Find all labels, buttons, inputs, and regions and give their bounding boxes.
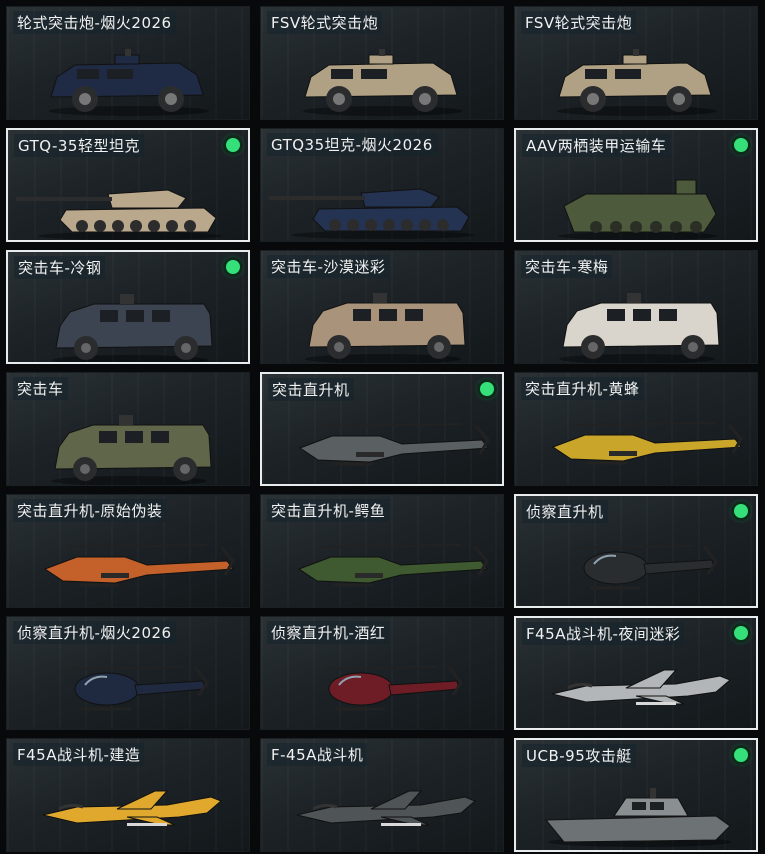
vehicle-name: FSV轮式突击炮 [521,11,637,34]
vehicle-card[interactable]: 突击直升机-黄蜂 [514,372,758,486]
vehicle-name: 突击直升机 [268,378,354,401]
vehicle-name: F-45A战斗机 [267,743,368,766]
vehicle-card[interactable]: FSV轮式突击炮 [514,6,758,120]
vehicle-card[interactable]: F45A战斗机-建造 [6,738,250,852]
vehicle-name: GTQ-35轻型坦克 [14,134,144,157]
vehicle-name: GTQ35坦克-烟火2026 [267,133,437,156]
truck-vehicle-icon [261,273,503,363]
truck-vehicle-icon [8,274,248,362]
vehicle-card[interactable]: UCB-95攻击艇 [514,738,758,852]
heli-vehicle-icon [262,396,502,484]
vehicle-card[interactable]: 侦察直升机-烟火2026 [6,616,250,730]
truck-vehicle-icon [515,273,757,363]
owned-status-icon [226,260,240,274]
apc-vehicle-icon [7,29,249,119]
owned-status-icon [226,138,240,152]
vehicle-name: 侦察直升机-烟火2026 [13,621,176,644]
vehicle-name: 轮式突击炮-烟火2026 [13,11,176,34]
vehicle-card[interactable]: 侦察直升机-酒红 [260,616,504,730]
apc-vehicle-icon [515,29,757,119]
vehicle-card[interactable]: 突击车-寒梅 [514,250,758,364]
vehicle-name: FSV轮式突击炮 [267,11,383,34]
vehicle-name: 突击车-寒梅 [521,255,613,278]
vehicle-card[interactable]: FSV轮式突击炮 [260,6,504,120]
amphib-vehicle-icon [516,152,756,240]
vehicle-name: AAV两栖装甲运输车 [522,134,671,157]
vehicle-name: 侦察直升机-酒红 [267,621,390,644]
vehicle-name: F45A战斗机-夜间迷彩 [522,622,685,645]
scout-vehicle-icon [261,639,503,729]
vehicle-name: 突击车-冷钢 [14,256,106,279]
truck-vehicle-icon [7,395,249,485]
vehicle-card[interactable]: 突击车 [6,372,250,486]
vehicle-name: UCB-95攻击艇 [522,744,636,767]
vehicle-name: 突击直升机-黄蜂 [521,377,644,400]
owned-status-icon [734,748,748,762]
apc-vehicle-icon [261,29,503,119]
jet-vehicle-icon [516,640,756,728]
jet-vehicle-icon [7,761,249,851]
owned-status-icon [734,626,748,640]
owned-status-icon [734,504,748,518]
vehicle-name: 突击车-沙漠迷彩 [267,255,390,278]
tank-vehicle-icon [261,151,503,241]
vehicle-card[interactable]: 侦察直升机 [514,494,758,608]
scout-vehicle-icon [7,639,249,729]
vehicle-name: 突击直升机-鳄鱼 [267,499,390,522]
vehicle-card[interactable]: F-45A战斗机 [260,738,504,852]
vehicle-card[interactable]: 突击直升机 [260,372,504,486]
scout-vehicle-icon [516,518,756,606]
vehicle-card[interactable]: GTQ35坦克-烟火2026 [260,128,504,242]
vehicle-card[interactable]: 轮式突击炮-烟火2026 [6,6,250,120]
vehicle-card[interactable]: 突击车-冷钢 [6,250,250,364]
owned-status-icon [734,138,748,152]
vehicle-card[interactable]: AAV两栖装甲运输车 [514,128,758,242]
jet-vehicle-icon [261,761,503,851]
vehicle-name: 突击直升机-原始伪装 [13,499,167,522]
vehicle-card[interactable]: 突击直升机-鳄鱼 [260,494,504,608]
vehicle-skin-grid: 轮式突击炮-烟火2026 FSV轮式突击炮 FSV轮式突击炮 GTQ-35轻型坦… [6,6,761,852]
heli-vehicle-icon [515,395,757,485]
vehicle-name: F45A战斗机-建造 [13,743,145,766]
vehicle-card[interactable]: F45A战斗机-夜间迷彩 [514,616,758,730]
boat-vehicle-icon [516,762,756,850]
vehicle-name: 突击车 [13,377,68,400]
tank-vehicle-icon [8,152,248,240]
heli-vehicle-icon [7,517,249,607]
vehicle-card[interactable]: 突击直升机-原始伪装 [6,494,250,608]
vehicle-card[interactable]: GTQ-35轻型坦克 [6,128,250,242]
owned-status-icon [480,382,494,396]
heli-vehicle-icon [261,517,503,607]
vehicle-name: 侦察直升机 [522,500,608,523]
vehicle-card[interactable]: 突击车-沙漠迷彩 [260,250,504,364]
